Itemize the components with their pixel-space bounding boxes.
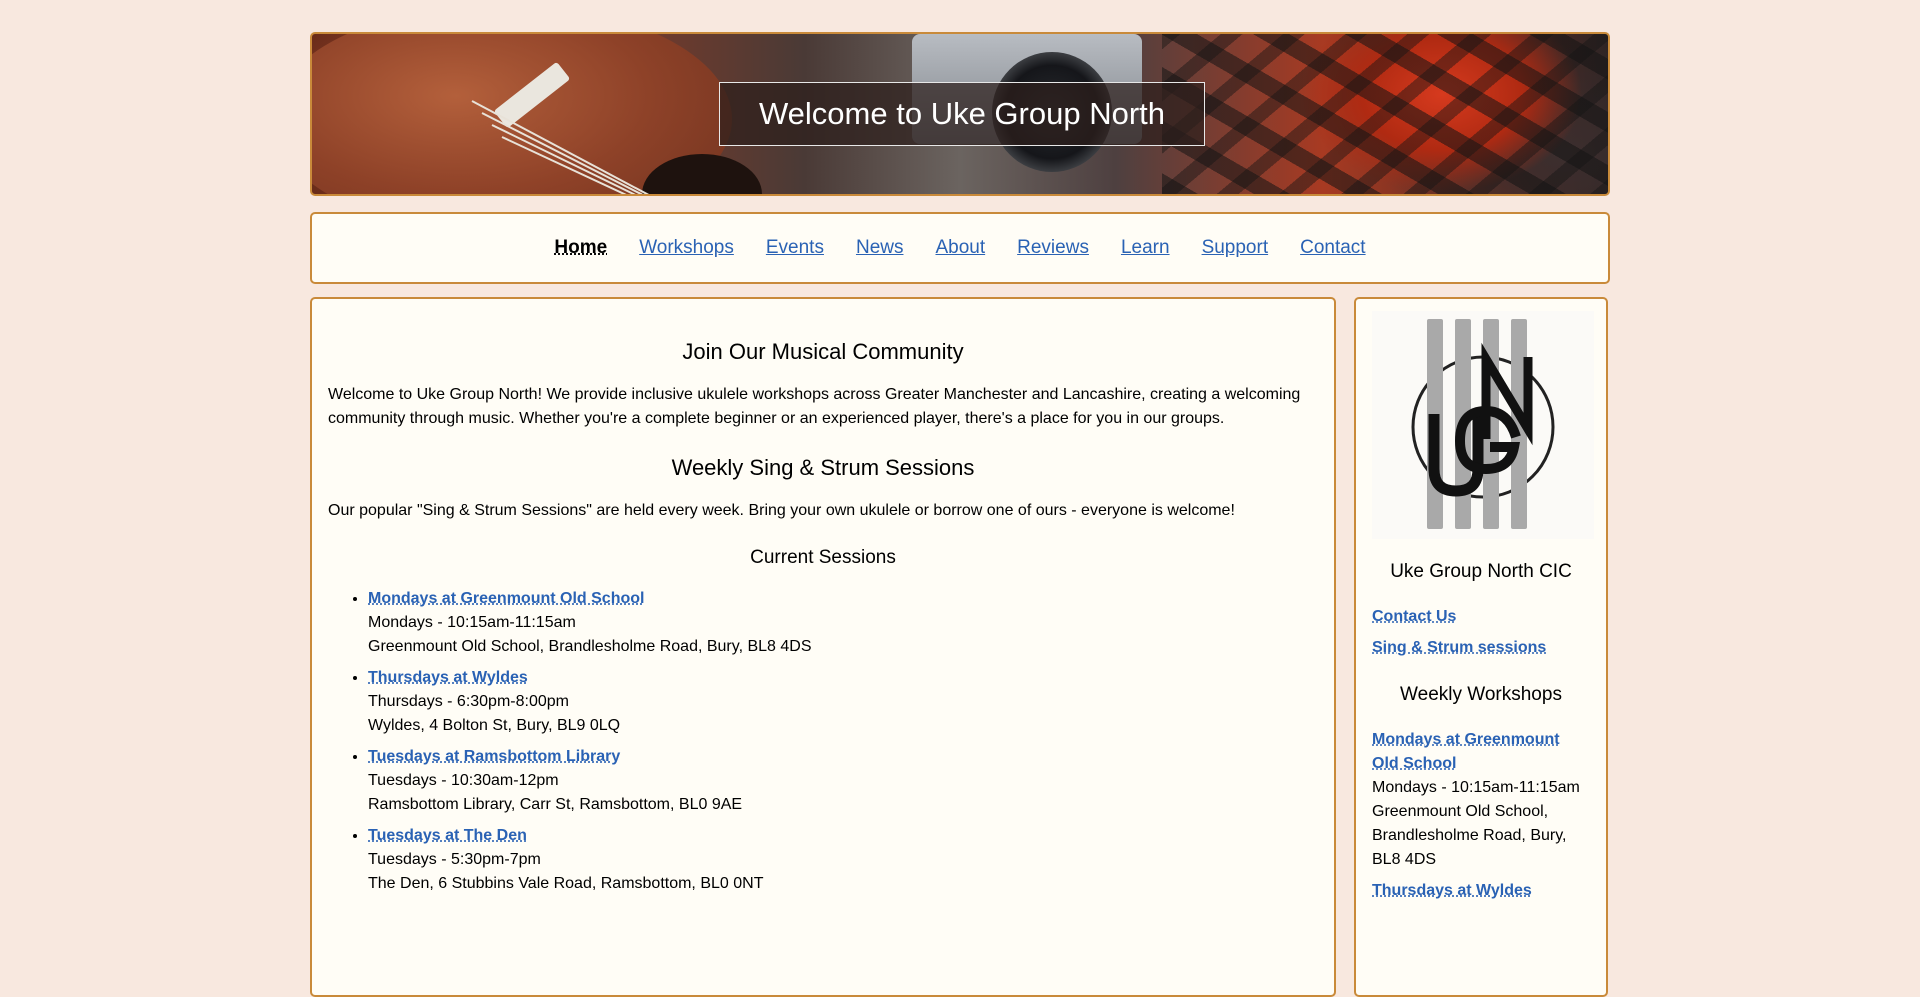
main-content: Join Our Musical Community Welcome to Uk… bbox=[310, 297, 1336, 997]
list-item: Thursdays at Wyldes bbox=[1372, 879, 1590, 903]
section-heading-join: Join Our Musical Community bbox=[328, 339, 1318, 365]
session-address: The Den, 6 Stubbins Vale Road, Ramsbotto… bbox=[368, 872, 1318, 896]
blanket-image bbox=[1162, 34, 1610, 194]
banner-title-box: Welcome to Uke Group North bbox=[719, 82, 1205, 146]
session-address: Greenmount Old School, Brandlesholme Roa… bbox=[368, 635, 1318, 659]
contact-us-link[interactable]: Contact Us bbox=[1372, 608, 1456, 625]
nav-reviews[interactable]: Reviews bbox=[1017, 237, 1089, 259]
session-time: Mondays - 10:15am-11:15am bbox=[368, 611, 1318, 635]
ugn-logo-icon bbox=[1372, 311, 1594, 539]
sessions-intro-paragraph: Our popular "Sing & Strum Sessions" are … bbox=[328, 499, 1318, 523]
workshop-time: Mondays - 10:15am-11:15am bbox=[1372, 776, 1590, 800]
sidebar: Uke Group North CIC Contact Us Sing & St… bbox=[1354, 297, 1608, 997]
sidebar-links: Contact Us Sing & Strum sessions bbox=[1372, 605, 1590, 660]
sidebar-workshops: Mondays at Greenmount Old School Mondays… bbox=[1372, 728, 1590, 903]
list-item: Tuesdays at The Den Tuesdays - 5:30pm-7p… bbox=[368, 824, 1318, 896]
session-link-the-den[interactable]: Tuesdays at The Den bbox=[368, 827, 527, 844]
list-item: Tuesdays at Ramsbottom Library Tuesdays … bbox=[368, 745, 1318, 817]
workshop-link-greenmount[interactable]: Mondays at Greenmount Old School bbox=[1372, 731, 1560, 772]
intro-paragraph: Welcome to Uke Group North! We provide i… bbox=[328, 383, 1318, 431]
workshop-link-wyldes[interactable]: Thursdays at Wyldes bbox=[1372, 882, 1532, 899]
list-item: Mondays at Greenmount Old School Mondays… bbox=[1372, 728, 1590, 872]
nav-about[interactable]: About bbox=[935, 237, 985, 259]
session-link-ramsbottom-library[interactable]: Tuesdays at Ramsbottom Library bbox=[368, 748, 620, 765]
session-time: Tuesdays - 5:30pm-7pm bbox=[368, 848, 1318, 872]
page-title: Welcome to Uke Group North bbox=[759, 96, 1165, 132]
main-nav: Home Workshops Events News About Reviews… bbox=[310, 212, 1610, 284]
header-banner: Welcome to Uke Group North bbox=[310, 32, 1610, 196]
page-container: Welcome to Uke Group North Home Workshop… bbox=[310, 32, 1610, 196]
workshop-address: Greenmount Old School, Brandlesholme Roa… bbox=[1372, 800, 1590, 872]
sidebar-org-name: Uke Group North CIC bbox=[1372, 561, 1590, 583]
session-time: Thursdays - 6:30pm-8:00pm bbox=[368, 690, 1318, 714]
nav-support[interactable]: Support bbox=[1202, 237, 1269, 259]
nav-home[interactable]: Home bbox=[554, 237, 607, 259]
sessions-list: Mondays at Greenmount Old School Mondays… bbox=[328, 587, 1318, 896]
session-time: Tuesdays - 10:30am-12pm bbox=[368, 769, 1318, 793]
list-item: Thursdays at Wyldes Thursdays - 6:30pm-8… bbox=[368, 666, 1318, 738]
nav-contact[interactable]: Contact bbox=[1300, 237, 1365, 259]
nav-events[interactable]: Events bbox=[766, 237, 824, 259]
sing-strum-link[interactable]: Sing & Strum sessions bbox=[1372, 639, 1546, 656]
session-address: Ramsbottom Library, Carr St, Ramsbottom,… bbox=[368, 793, 1318, 817]
session-link-greenmount[interactable]: Mondays at Greenmount Old School bbox=[368, 590, 644, 607]
session-address: Wyldes, 4 Bolton St, Bury, BL9 0LQ bbox=[368, 714, 1318, 738]
section-heading-weekly: Weekly Sing & Strum Sessions bbox=[328, 455, 1318, 481]
nav-workshops[interactable]: Workshops bbox=[639, 237, 734, 259]
sidebar-heading-workshops: Weekly Workshops bbox=[1372, 684, 1590, 706]
list-item: Mondays at Greenmount Old School Mondays… bbox=[368, 587, 1318, 659]
nav-news[interactable]: News bbox=[856, 237, 904, 259]
nav-learn[interactable]: Learn bbox=[1121, 237, 1170, 259]
session-link-wyldes[interactable]: Thursdays at Wyldes bbox=[368, 669, 528, 686]
section-heading-current: Current Sessions bbox=[328, 547, 1318, 569]
